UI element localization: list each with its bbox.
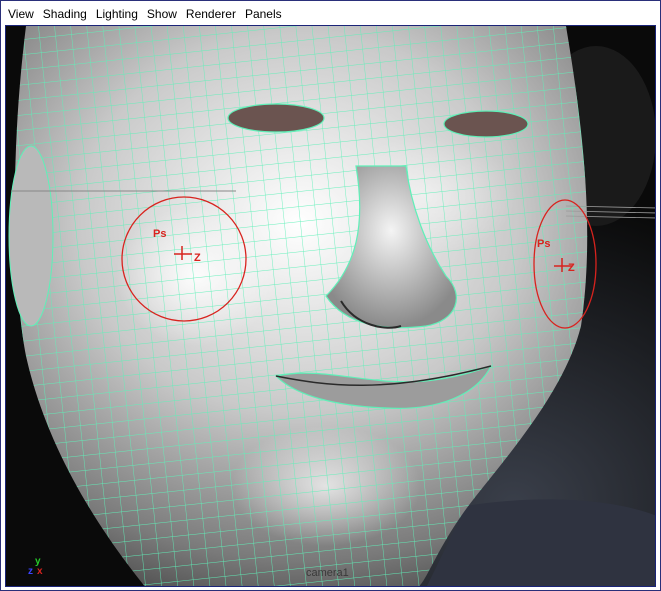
axis-x-label: x	[37, 566, 43, 577]
axis-indicator: y z x	[28, 556, 48, 584]
left-locator-axis: Z	[194, 252, 201, 264]
menu-lighting[interactable]: Lighting	[91, 4, 142, 24]
left-locator-label: Ps	[153, 228, 167, 240]
camera-name-label: camera1	[306, 567, 349, 579]
right-locator-axis: Z	[568, 262, 575, 274]
left-eye	[227, 103, 325, 133]
axis-z-label: z	[28, 566, 33, 577]
menu-renderer[interactable]: Renderer	[181, 4, 240, 24]
maya-viewport-window: View Shading Lighting Show Renderer Pane…	[0, 0, 661, 591]
viewport-scene	[6, 26, 655, 586]
panel-menubar: View Shading Lighting Show Renderer Pane…	[3, 4, 658, 24]
left-ear	[8, 145, 54, 327]
menu-panels[interactable]: Panels	[240, 4, 286, 24]
right-eye	[443, 110, 529, 138]
menu-show[interactable]: Show	[142, 4, 181, 24]
menu-shading[interactable]: Shading	[38, 4, 91, 24]
3d-viewport[interactable]: Ps Z Ps Z y z x camera1	[5, 25, 656, 587]
menu-view[interactable]: View	[3, 4, 38, 24]
right-locator-label: Ps	[537, 238, 551, 250]
